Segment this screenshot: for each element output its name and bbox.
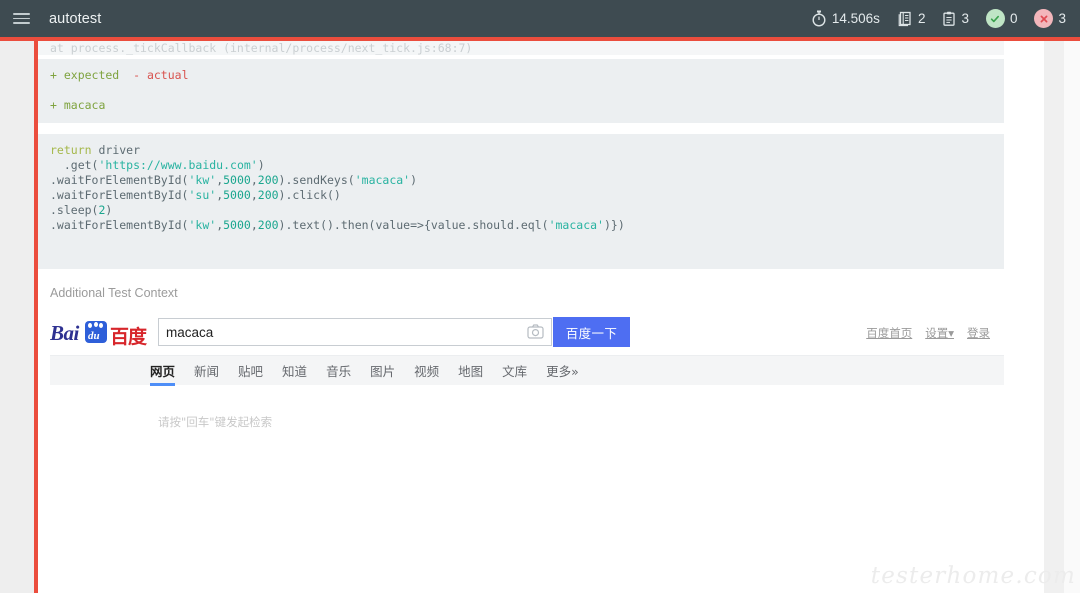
baidu-logo-cn: 百度 bbox=[110, 326, 147, 348]
code-comma: , bbox=[250, 173, 258, 187]
code-paren: ) bbox=[410, 173, 418, 187]
passes-stat: 0 bbox=[985, 9, 1018, 28]
check-icon bbox=[985, 9, 1005, 28]
tests-value: 3 bbox=[961, 11, 969, 26]
baidu-logo[interactable]: Bai du 百度 bbox=[50, 321, 147, 348]
code-keys-string: 'macaca' bbox=[354, 173, 411, 187]
suites-value: 2 bbox=[917, 11, 926, 26]
code-id-kw-2: 'kw' bbox=[188, 218, 217, 232]
code-comma: , bbox=[250, 218, 258, 232]
code-timeout-3: 5000 bbox=[223, 218, 251, 232]
stopwatch-icon bbox=[811, 10, 827, 27]
baidu-nav-tabs: 网页 新闻 贴吧 知道 音乐 图片 视频 地图 文库 更多» bbox=[50, 355, 1004, 386]
duration-value: 14.506s bbox=[831, 11, 880, 26]
code-wait-call-2: .waitForElementById( bbox=[50, 188, 189, 202]
app-topbar: autotest 14.506s 2 3 0 3 bbox=[0, 0, 1080, 37]
code-timeout-1: 5000 bbox=[223, 173, 251, 187]
code-driver: driver bbox=[91, 143, 141, 157]
suites-icon bbox=[897, 11, 913, 27]
code-sendkeys: ).sendKeys( bbox=[278, 173, 355, 187]
test-failure-card: at process._tickCallback (internal/proce… bbox=[38, 41, 1044, 593]
baidu-settings-link[interactable]: 设置▾ bbox=[925, 325, 954, 341]
baidu-search-button[interactable]: 百度一下 bbox=[553, 317, 630, 347]
baidu-tab-wenku[interactable]: 文库 bbox=[502, 356, 527, 386]
diff-legend-removed: - actual bbox=[133, 68, 189, 82]
code-interval-2: 200 bbox=[257, 188, 279, 202]
baidu-search-hint: 请按"回车"键发起检索 bbox=[158, 415, 273, 429]
code-wait-call-3: .waitForElementById( bbox=[50, 218, 189, 232]
additional-context-label: Additional Test Context bbox=[50, 286, 178, 300]
code-timeout-2: 5000 bbox=[223, 188, 251, 202]
tests-stat: 3 bbox=[942, 11, 969, 27]
left-gutter bbox=[0, 41, 34, 593]
failure-top-rule bbox=[0, 37, 1080, 41]
hamburger-menu-icon[interactable] bbox=[2, 0, 40, 37]
failures-value: 3 bbox=[1058, 11, 1066, 26]
code-interval-1: 200 bbox=[257, 173, 279, 187]
baidu-tab-maps[interactable]: 地图 bbox=[458, 356, 483, 386]
baidu-login-link[interactable]: 登录 bbox=[967, 325, 990, 341]
baidu-tab-music[interactable]: 音乐 bbox=[326, 356, 351, 386]
code-wait-call-1: .waitForElementById( bbox=[50, 173, 189, 187]
baidu-tab-web[interactable]: 网页 bbox=[150, 356, 176, 386]
failure-side-stripe bbox=[34, 41, 38, 593]
code-expected-string: 'macaca' bbox=[548, 218, 604, 232]
diff-block: + expected - actual + macaca bbox=[38, 59, 1004, 123]
tests-icon bbox=[942, 11, 956, 27]
baidu-logo-du: du bbox=[88, 330, 100, 342]
source-code-block: return driver .get('https://www.baidu.co… bbox=[38, 134, 1004, 269]
stats-group: 14.506s 2 3 0 3 bbox=[811, 9, 1066, 28]
baidu-tab-video[interactable]: 视频 bbox=[414, 356, 439, 386]
failures-stat: 3 bbox=[1034, 9, 1066, 28]
code-assertion: ).text().then(value=>{value.should.eql( bbox=[278, 218, 549, 232]
baidu-tab-news[interactable]: 新闻 bbox=[194, 356, 219, 386]
diff-line-added: + macaca bbox=[50, 98, 106, 112]
passes-value: 0 bbox=[1009, 11, 1018, 26]
code-get-call: .get( bbox=[50, 158, 99, 172]
code-id-su: 'su' bbox=[188, 188, 217, 202]
code-url-string: 'https://www.baidu.com' bbox=[98, 158, 258, 172]
suites-stat: 2 bbox=[897, 11, 926, 27]
code-id-kw-1: 'kw' bbox=[188, 173, 217, 187]
code-paren: ) bbox=[257, 158, 265, 172]
baidu-search-wrap bbox=[158, 318, 552, 346]
baidu-tab-zhidao[interactable]: 知道 bbox=[282, 356, 307, 386]
vertical-scrollbar-track[interactable] bbox=[1064, 41, 1080, 593]
baidu-embed: Bai du 百度 百度一下 百度首页 bbox=[50, 309, 1004, 593]
suite-title: autotest bbox=[49, 10, 102, 27]
site-watermark: testerhome.com bbox=[870, 563, 1076, 589]
baidu-user-links: 百度首页 设置▾ 登录 bbox=[866, 325, 990, 341]
code-paren: ) bbox=[105, 203, 113, 217]
code-click: ).click() bbox=[278, 188, 341, 202]
code-keyword-return: return bbox=[50, 143, 92, 157]
baidu-search-input[interactable] bbox=[159, 319, 514, 345]
code-paren: )}) bbox=[603, 218, 625, 232]
baidu-logo-bai: Bai bbox=[50, 321, 79, 345]
code-interval-3: 200 bbox=[257, 218, 279, 232]
diff-legend-added: + expected bbox=[50, 68, 120, 82]
baidu-header: Bai du 百度 百度一下 百度首页 bbox=[50, 309, 1004, 355]
cross-icon bbox=[1034, 9, 1054, 28]
baidu-tab-images[interactable]: 图片 bbox=[370, 356, 395, 386]
duration-stat: 14.506s bbox=[811, 10, 880, 27]
code-sleep-call: .sleep( bbox=[50, 203, 99, 217]
code-comma: , bbox=[250, 188, 258, 202]
camera-icon[interactable] bbox=[527, 324, 544, 339]
stacktrace-cut-line: at process._tickCallback (internal/proce… bbox=[38, 41, 1004, 55]
baidu-tab-tieba[interactable]: 贴吧 bbox=[238, 356, 263, 386]
baidu-tab-more[interactable]: 更多» bbox=[546, 356, 579, 386]
baidu-home-link[interactable]: 百度首页 bbox=[866, 325, 912, 341]
